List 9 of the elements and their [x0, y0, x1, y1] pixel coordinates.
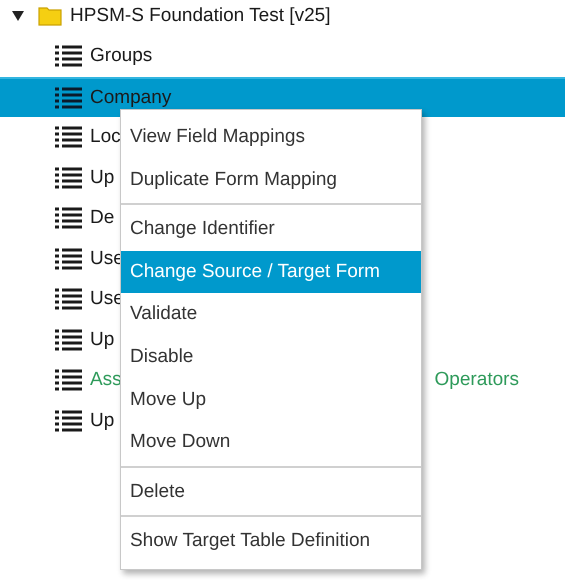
- tree-item-label: Up: [90, 408, 114, 432]
- tree-item-label: Up: [90, 328, 114, 352]
- tree-item-label: De: [90, 206, 114, 230]
- tree-item-label: Groups: [90, 44, 152, 68]
- tree-item-label: Operators: [434, 368, 519, 392]
- tree-item-label: Ass: [90, 368, 122, 392]
- tree-item-label: Up: [90, 166, 114, 190]
- tree-item-label: Company: [90, 86, 172, 110]
- tree-item-label: Loc: [90, 125, 121, 149]
